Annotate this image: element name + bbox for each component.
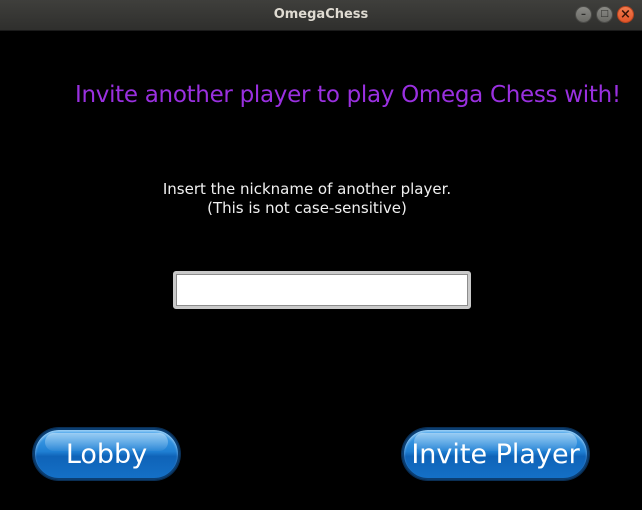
maximize-icon: □ — [600, 9, 609, 19]
instruction-line-2: (This is not case-sensitive) — [207, 199, 407, 217]
lobby-button[interactable]: Lobby — [33, 428, 180, 480]
app-window: OmegaChess – □ × Invite another player t… — [0, 0, 642, 510]
instructions: Insert the nickname of another player. (… — [0, 180, 614, 218]
window-controls: – □ × — [575, 6, 634, 23]
nickname-input[interactable] — [173, 271, 471, 309]
minimize-icon: – — [581, 8, 586, 20]
title-bar[interactable]: OmegaChess – □ × — [0, 0, 642, 31]
maximize-button[interactable]: □ — [596, 6, 613, 23]
minimize-button[interactable]: – — [575, 6, 592, 23]
close-icon: × — [620, 7, 631, 22]
window-title: OmegaChess — [273, 7, 369, 22]
close-button[interactable]: × — [617, 6, 634, 23]
invite-panel: Invite another player to play Omega Ches… — [0, 31, 642, 510]
lobby-button-label: Lobby — [65, 438, 148, 470]
invite-player-button[interactable]: Invite Player — [402, 428, 589, 480]
instruction-line-1: Insert the nickname of another player. — [162, 180, 452, 198]
invite-player-button-label: Invite Player — [411, 438, 580, 470]
invite-heading: Invite another player to play Omega Ches… — [75, 82, 621, 108]
